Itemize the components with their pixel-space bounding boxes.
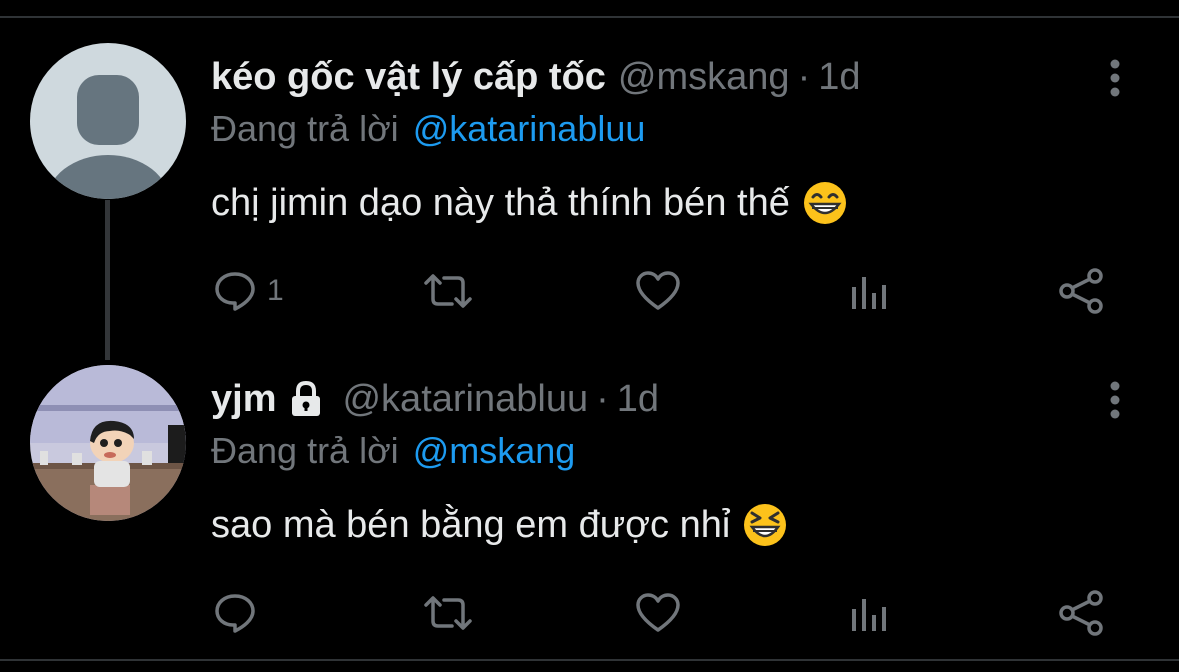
replying-to-label: Đang trả lời (211, 430, 399, 471)
more-options-icon[interactable] (1100, 56, 1130, 100)
bottom-divider (0, 659, 1179, 661)
views-icon (852, 277, 886, 309)
heart-icon (636, 271, 680, 310)
tweet-header: kéo gốc vật lý cấp tốc @mskang · 1d (211, 52, 861, 102)
retweet-button[interactable] (422, 587, 474, 639)
reply-mention-link[interactable]: @mskang (413, 430, 576, 471)
timestamp[interactable]: 1d (617, 378, 659, 421)
tweet-body: sao mà bén bằng em được nhỉ (211, 503, 731, 546)
tweet-katarinabluu[interactable]: yjm @katarinabluu · 1d Đang trả lời @msk… (0, 362, 1179, 672)
timestamp[interactable]: 1d (818, 56, 860, 99)
avatar[interactable] (30, 43, 186, 199)
replying-to: Đang trả lời @katarinabluu (211, 108, 645, 150)
like-button[interactable] (635, 265, 681, 317)
avatar[interactable] (30, 365, 186, 521)
views-button[interactable] (848, 587, 892, 639)
reply-count: 1 (267, 274, 284, 307)
tweet-body: chị jimin dạo này thả thính bén thế (211, 181, 790, 224)
lock-icon (292, 380, 321, 416)
tweet-text: sao mà bén bằng em được nhỉ (211, 502, 788, 548)
retweet-button[interactable] (422, 265, 474, 317)
tweet-actions (0, 587, 1179, 647)
reply-icon (215, 594, 255, 633)
grinning-face-icon (803, 182, 846, 224)
separator-dot: · (596, 377, 609, 420)
replying-to: Đang trả lời @mskang (211, 430, 575, 472)
reply-button[interactable]: 1 (213, 265, 284, 317)
heart-icon (636, 593, 680, 632)
laughing-squint-face-icon (744, 504, 787, 546)
retweet-icon (424, 274, 472, 308)
share-icon (1059, 268, 1103, 314)
share-icon (1059, 590, 1103, 636)
user-handle[interactable]: @mskang (618, 56, 790, 99)
display-name[interactable]: kéo gốc vật lý cấp tốc (211, 56, 606, 99)
display-name[interactable]: yjm (211, 378, 276, 421)
share-button[interactable] (1057, 265, 1105, 317)
retweet-icon (424, 596, 472, 630)
tweet-mskang[interactable]: kéo gốc vật lý cấp tốc @mskang · 1d Đang… (0, 40, 1179, 350)
user-handle[interactable]: @katarinabluu (342, 378, 588, 421)
reply-button[interactable] (213, 587, 267, 639)
views-button[interactable] (848, 265, 892, 317)
more-options-icon[interactable] (1100, 378, 1130, 422)
default-avatar-image (30, 43, 186, 199)
cartoon-avatar-image (30, 365, 186, 521)
tweet-actions: 1 (0, 265, 1179, 325)
reply-mention-link[interactable]: @katarinabluu (413, 108, 646, 149)
separator-dot: · (797, 55, 811, 98)
like-button[interactable] (635, 587, 681, 639)
top-divider (0, 16, 1179, 18)
views-icon (852, 599, 886, 631)
tweet-text: chị jimin dạo này thả thính bén thế (211, 180, 848, 226)
replying-to-label: Đang trả lời (211, 108, 399, 149)
share-button[interactable] (1057, 587, 1105, 639)
tweet-header: yjm @katarinabluu · 1d (211, 374, 659, 424)
reply-icon (215, 272, 255, 311)
